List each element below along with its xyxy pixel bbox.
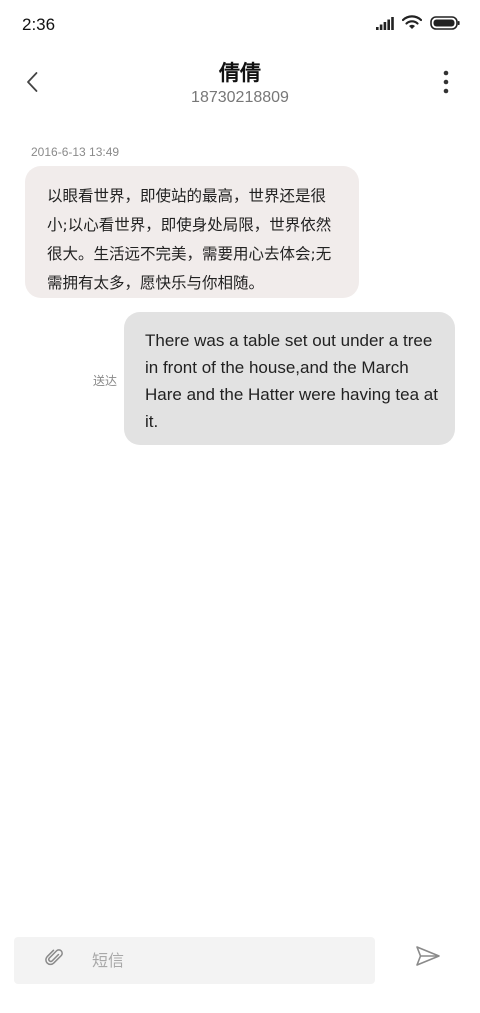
signal-icon — [376, 15, 394, 34]
attach-button[interactable] — [44, 949, 66, 971]
back-button[interactable] — [18, 66, 46, 102]
contact-name: 倩倩 — [219, 61, 261, 85]
contact-number: 18730218809 — [191, 89, 289, 106]
status-icons — [376, 15, 460, 34]
message-timestamp: 2016-6-13 13:49 — [31, 145, 120, 159]
message-composer — [14, 937, 375, 984]
more-options-button[interactable] — [438, 66, 454, 102]
send-button[interactable] — [410, 942, 446, 974]
status-bar: 2:36 — [0, 0, 480, 52]
send-icon — [415, 945, 441, 971]
header-bar: 倩倩 18730218809 — [0, 52, 480, 116]
more-vertical-icon — [443, 70, 449, 98]
message-input[interactable] — [92, 937, 362, 984]
chevron-left-icon — [25, 71, 39, 97]
wifi-icon — [401, 15, 423, 34]
contact-header[interactable]: 倩倩 18730218809 — [90, 58, 390, 108]
delivery-status: 送达 — [93, 374, 118, 388]
incoming-message-bubble[interactable]: 以眼看世界，即使站的最高，世界还是很小;以心看世界，即使身处局限，世界依然很大。… — [25, 166, 359, 298]
battery-icon — [430, 15, 460, 34]
outgoing-message-bubble[interactable]: There was a table set out under a tree i… — [124, 312, 455, 445]
paperclip-icon — [45, 948, 65, 972]
status-time: 2:36 — [22, 15, 56, 34]
